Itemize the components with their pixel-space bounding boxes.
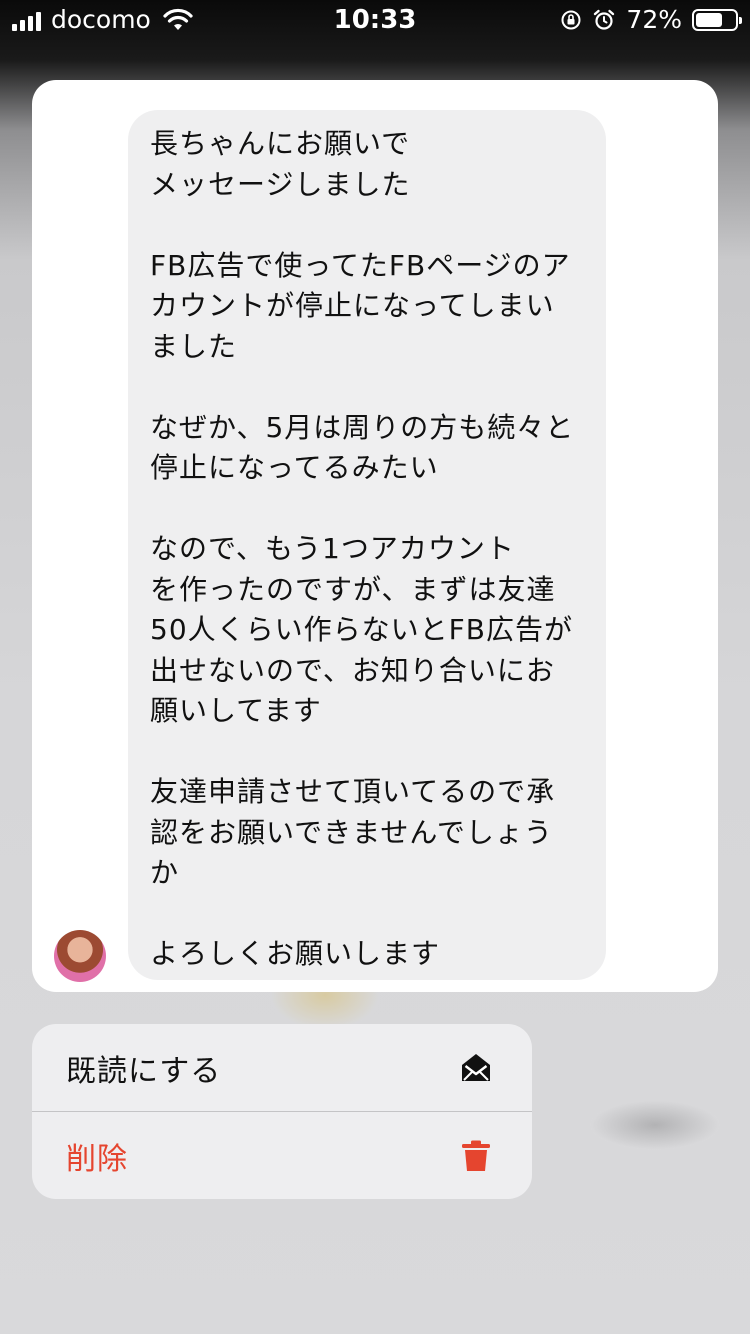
message-preview-card[interactable]: 長ちゃんにお願いで メッセージしました FB広告で使ってたFBページのア カウン…	[32, 80, 718, 992]
message-text: 長ちゃんにお願いで メッセージしました FB広告で使ってたFBページのア カウン…	[150, 127, 575, 970]
trash-icon	[462, 1140, 490, 1171]
background-blur	[590, 1100, 720, 1150]
delete-label: 削除	[66, 1141, 128, 1177]
envelope-open-icon	[462, 1053, 490, 1081]
sender-avatar	[54, 930, 106, 982]
rotation-lock-icon	[561, 10, 581, 30]
mark-as-read-label: 既読にする	[66, 1053, 222, 1089]
battery-icon	[692, 9, 742, 31]
message-bubble: 長ちゃんにお願いで メッセージしました FB広告で使ってたFBページのア カウン…	[128, 110, 606, 980]
delete-button[interactable]: 削除	[32, 1112, 532, 1199]
context-menu: 既読にする 削除	[32, 1024, 532, 1199]
status-bar: docomo 10:33 72%	[0, 0, 750, 44]
battery-percentage: 72%	[626, 5, 682, 34]
alarm-icon	[594, 9, 615, 30]
mark-as-read-button[interactable]: 既読にする	[32, 1024, 532, 1111]
